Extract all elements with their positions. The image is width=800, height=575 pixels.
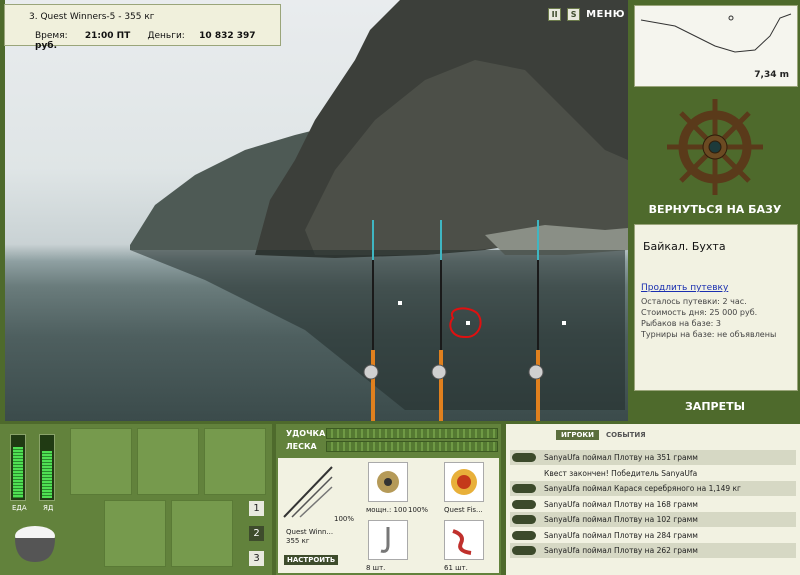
reel-icon	[377, 471, 399, 493]
ship-wheel-icon[interactable]	[630, 92, 800, 202]
fishing-scene[interactable]	[5, 0, 628, 421]
bag-slot[interactable]	[70, 428, 132, 495]
reel-percent: 100%	[408, 506, 429, 514]
rod-percent: 100%	[334, 515, 355, 523]
bait-count: 61 шт.	[444, 564, 468, 572]
fish-icon	[512, 530, 536, 540]
status-box: 3. Quest Winners-5 - 355 кг Время: 21:00…	[4, 4, 281, 51]
log-entry-text: SanyaUfa поймал Плотву на 102 грамм	[544, 515, 698, 524]
tackle-setup: Quest Winn... 355 кг 100% НАСТРОИТЬ мощн…	[278, 458, 499, 573]
tab-events[interactable]: СОБЫТИЯ	[603, 430, 649, 440]
event-log: ИГРОКИ СОБЫТИЯ SanyaUfa поймал Плотву на…	[506, 424, 800, 575]
time-value: 21:00 ПТ	[84, 31, 131, 41]
extend-permit-link[interactable]: Продлить путевку	[641, 283, 728, 293]
line-label: ЛЕСКА	[286, 442, 317, 451]
top-controls: II S МЕНЮ	[548, 8, 625, 21]
depth-value: 7,34 m	[754, 70, 789, 80]
rod-weight: 355 кг	[286, 537, 310, 545]
log-entry: SanyaUfa поймал Плотву на 102 грамм	[510, 512, 796, 527]
rod-name: Quest Winn...	[286, 528, 334, 536]
menu-button[interactable]: МЕНЮ	[586, 9, 625, 20]
food-meter	[10, 434, 26, 501]
poison-meter	[39, 434, 55, 501]
fishers-count: Рыбаков на базе: 3	[641, 319, 721, 328]
page-3-button[interactable]: 3	[249, 551, 264, 566]
log-entry-text: SanyaUfa поймал Плотву на 284 грамм	[544, 530, 698, 540]
bucket-slot[interactable]	[171, 500, 233, 567]
tournaments-status: Турниры на базе: не объявлены	[641, 330, 777, 339]
rod-tension-bar	[326, 428, 498, 439]
status-line: Время: 21:00 ПТ Деньги: 10 832 397 руб.	[35, 31, 280, 51]
line-spool-icon	[451, 469, 477, 495]
hook-slot[interactable]	[368, 520, 408, 560]
log-entry-text: SanyaUfa поймал Карася серебряного на 1,…	[544, 484, 741, 493]
inventory-panel: ЕДА ЯД 1 2 3	[0, 424, 272, 575]
log-entry-text: SanyaUfa поймал Плотву на 262 грамм	[544, 546, 698, 555]
notebook-slot[interactable]	[204, 428, 266, 495]
location-panel: Байкал. Бухта Продлить путевку Осталось …	[634, 224, 798, 391]
location-title: Байкал. Бухта	[643, 240, 726, 253]
log-entry: SanyaUfa поймал Карася серебряного на 1,…	[510, 481, 796, 496]
log-entry: Квест закончен! Победитель SanyaUfa	[510, 466, 796, 481]
food-label: ЕДА	[12, 504, 27, 512]
day-cost: Стоимость дня: 25 000 руб.	[641, 308, 758, 317]
line-slot[interactable]	[444, 462, 484, 502]
permit-remaining: Осталось путевки: 2 час.	[641, 297, 747, 306]
page-1-button[interactable]: 1	[249, 501, 264, 516]
cauldron-icon[interactable]	[8, 516, 63, 566]
float-2[interactable]	[466, 321, 470, 325]
food-meter-fill	[13, 447, 23, 498]
sack-slot[interactable]	[137, 428, 199, 495]
log-entry: SanyaUfa поймал Плотву на 168 грамм	[510, 497, 796, 512]
rod-label: УДОЧКА	[286, 429, 326, 438]
reel-slot[interactable]	[368, 462, 408, 502]
reel-power: мощн.: 100	[366, 506, 407, 514]
log-entry-text: SanyaUfa поймал Плотву на 168 грамм	[544, 499, 698, 509]
poison-label: ЯД	[43, 504, 54, 512]
time-label: Время:	[35, 31, 68, 41]
worm-icon	[452, 529, 472, 555]
quest-title: 3. Quest Winners-5 - 355 кг	[29, 12, 155, 22]
log-entry-text: Квест закончен! Победитель SanyaUfa	[544, 468, 698, 478]
page-2-button[interactable]: 2	[249, 526, 264, 541]
float-3[interactable]	[562, 321, 566, 325]
depth-profile: 7,34 m	[634, 5, 798, 87]
log-entry-text: SanyaUfa поймал Плотву на 351 грамм	[544, 453, 698, 462]
log-entry: SanyaUfa поймал Плотву на 262 грамм	[510, 543, 796, 558]
log-entry: SanyaUfa поймал Плотву на 284 грамм	[510, 528, 796, 543]
lake-landscape	[130, 0, 628, 421]
log-tabs: ИГРОКИ СОБЫТИЯ	[556, 430, 649, 440]
pause-button[interactable]: II	[548, 8, 562, 21]
rod-icon[interactable]	[282, 462, 334, 522]
money-value: 10 832 397 руб.	[35, 31, 256, 51]
setup-button[interactable]: НАСТРОИТЬ	[284, 555, 339, 565]
line-name: Quest Fis...	[444, 506, 483, 514]
log-entry: SanyaUfa поймал Плотву на 351 грамм	[510, 450, 796, 465]
tab-players[interactable]: ИГРОКИ	[556, 430, 599, 440]
float-1[interactable]	[398, 301, 402, 305]
hook-icon	[380, 527, 390, 553]
poison-meter-fill	[42, 451, 52, 498]
fish-icon	[512, 484, 536, 493]
return-to-base-button[interactable]: ВЕРНУТЬСЯ НА БАЗУ	[640, 203, 790, 216]
line-tension-bar	[326, 441, 498, 452]
hook-count: 8 шт.	[366, 564, 386, 572]
sound-button[interactable]: S	[567, 8, 581, 21]
basket-slot[interactable]	[104, 500, 166, 567]
bans-button[interactable]: ЗАПРЕТЫ	[640, 400, 790, 413]
money-label: Деньги:	[147, 31, 185, 41]
fish-icon	[512, 546, 536, 555]
bait-slot[interactable]	[444, 520, 484, 560]
fish-icon	[512, 499, 536, 509]
fish-icon	[512, 515, 536, 524]
fish-icon	[512, 453, 536, 462]
